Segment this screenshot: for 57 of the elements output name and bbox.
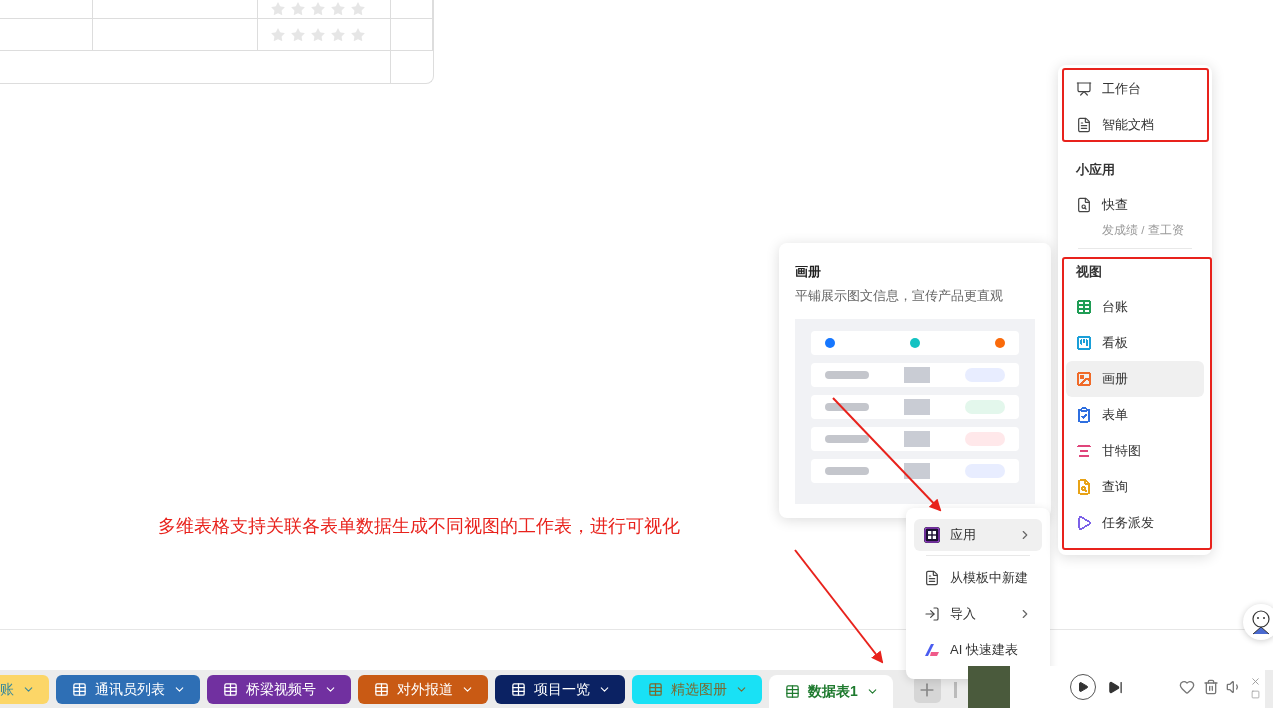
import-icon [924,606,940,622]
template-icon [924,570,940,586]
table-icon [511,682,526,697]
photo-placeholder [968,666,1010,708]
menu-item[interactable]: AI 快速建表 [914,632,1042,668]
close-icon[interactable] [1250,675,1261,687]
star-icon[interactable] [270,1,286,17]
doc-icon [1076,117,1092,133]
trash-icon[interactable] [1203,679,1219,695]
star-icon[interactable] [270,26,286,43]
assistant-mascot-icon[interactable] [1243,604,1273,640]
section-heading: 小应用 [1075,161,1116,179]
table-icon [223,682,238,697]
menu-item[interactable]: 画册 [1066,361,1204,397]
star-icon[interactable] [290,1,306,17]
menu-item[interactable]: 快查 [1066,187,1204,223]
menu-item[interactable]: 导入 [914,596,1042,632]
star-icon[interactable] [310,1,326,17]
table-icon [374,682,389,697]
sheet-tab[interactable]: 数据表1 [769,675,893,708]
next-track-icon[interactable] [1108,679,1123,695]
menu-item-hint: 发成绩 / 查工资 [1101,223,1185,238]
sheet-tab[interactable]: 对外报道 [358,675,488,704]
menu-item[interactable]: 查询 [1066,469,1204,505]
quick-icon [1076,197,1092,213]
star-icon[interactable] [350,1,366,17]
menu-item[interactable]: 工作台 [1066,71,1204,107]
star-icon[interactable] [310,26,326,43]
menu-item[interactable]: 表单 [1066,397,1204,433]
star-icon[interactable] [330,1,346,17]
sheet-tab[interactable]: 通讯员列表 [56,675,200,704]
window-icon[interactable] [1251,689,1260,699]
sheet-tab[interactable]: 桥梁视频号 [207,675,351,704]
menu-item[interactable]: 应用 [914,519,1042,551]
table-icon [648,682,663,697]
menu-item[interactable]: 看板 [1066,325,1204,361]
section-heading: 视图 [1075,263,1103,281]
star-icon[interactable] [290,26,306,43]
play-icon [1077,681,1089,693]
star-icon[interactable] [330,26,346,43]
table-icon [72,682,87,697]
play-button[interactable] [1070,674,1096,700]
workbench-icon [1076,81,1092,97]
annotation-text: 多维表格支持关联各表单数据生成不同视图的工作表，进行可视化 [158,515,680,538]
star-icon[interactable] [350,26,366,43]
ai-logo-icon [924,643,940,657]
menu-item[interactable]: 任务派发 [1066,505,1204,541]
apps-icon [924,527,940,543]
sheet-tab[interactable]: 项目一览 [495,675,625,704]
preview-title: 画册 [795,263,822,281]
menu-item[interactable]: 从模板中新建 [914,560,1042,596]
menu-item[interactable]: 甘特图 [1066,433,1204,469]
preview-description: 平铺展示图文信息，宣传产品更直观 [795,287,1004,305]
heart-icon[interactable] [1179,679,1195,695]
menu-item[interactable]: 台账 [1066,289,1204,325]
table-icon [785,684,800,699]
menu-item[interactable]: 智能文档 [1066,107,1204,143]
